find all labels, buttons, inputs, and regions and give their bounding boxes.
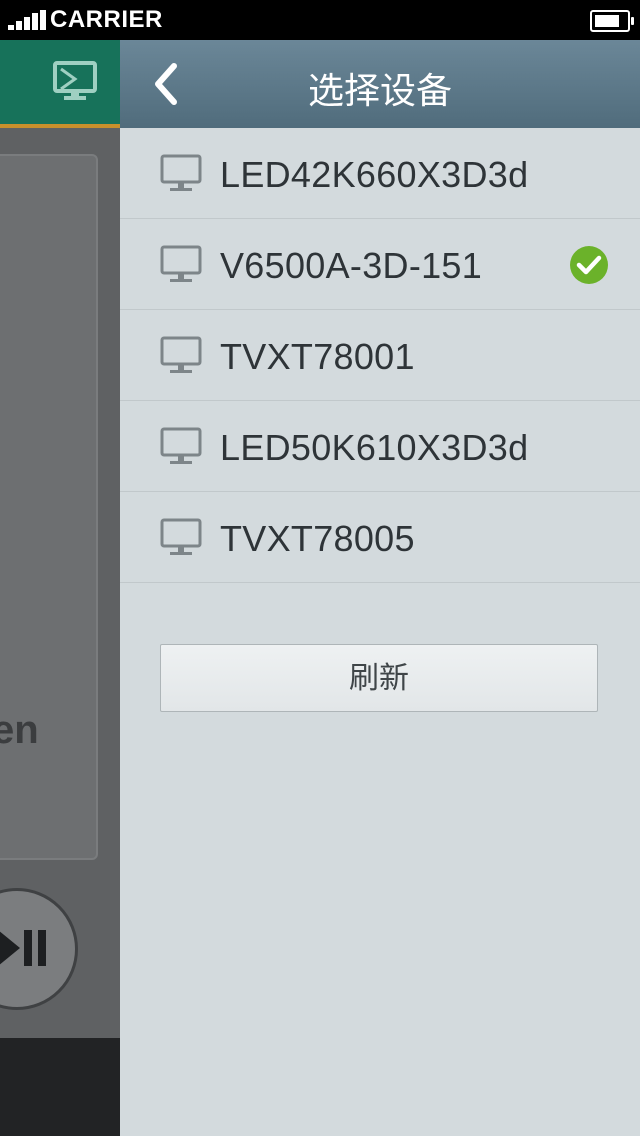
device-name: LED42K660X3D3d — [220, 154, 529, 195]
device-row[interactable]: LED42K660X3D3d — [120, 128, 640, 219]
refresh-button[interactable]: 刷新 — [160, 644, 598, 712]
drawer-nav-bar: 选择设备 — [120, 40, 640, 128]
signal-strength-icon — [8, 10, 46, 30]
device-name: TVXT78001 — [220, 336, 415, 377]
monitor-icon — [160, 427, 202, 464]
device-row[interactable]: TVXT78005 — [120, 492, 640, 583]
carrier-label: CARRIER — [50, 6, 163, 33]
status-bar: CARRIER — [0, 0, 640, 40]
background-app-panel[interactable]: en — [0, 40, 120, 1136]
background-app-text: en — [0, 708, 39, 752]
monitor-icon — [160, 154, 202, 191]
device-name: TVXT78005 — [220, 518, 415, 559]
device-name: LED50K610X3D3d — [220, 427, 529, 468]
background-app-card — [0, 154, 98, 860]
check-circle-icon — [570, 246, 608, 284]
device-row[interactable]: LED50K610X3D3d — [120, 401, 640, 492]
monitor-icon — [160, 336, 202, 373]
drawer-title: 选择设备 — [307, 70, 452, 111]
device-name: V6500A-3D-151 — [220, 245, 483, 286]
screen-cast-icon[interactable] — [52, 60, 98, 102]
background-app-accent-line — [0, 124, 120, 128]
background-app-bottom-bar — [0, 1038, 120, 1136]
monitor-icon — [160, 245, 202, 282]
device-list: LED42K660X3D3d V6500A-3D-151 TVXT78001 L… — [120, 128, 640, 583]
device-row-selected[interactable]: V6500A-3D-151 — [120, 219, 640, 310]
play-pause-icon — [0, 930, 46, 966]
device-row[interactable]: TVXT78001 — [120, 310, 640, 401]
monitor-icon — [160, 518, 202, 555]
device-selection-drawer: 选择设备 LED42K660X3D3d V6500A-3D-151 TVXT78… — [120, 40, 640, 1136]
battery-icon — [590, 10, 634, 32]
battery-fill — [595, 15, 619, 27]
